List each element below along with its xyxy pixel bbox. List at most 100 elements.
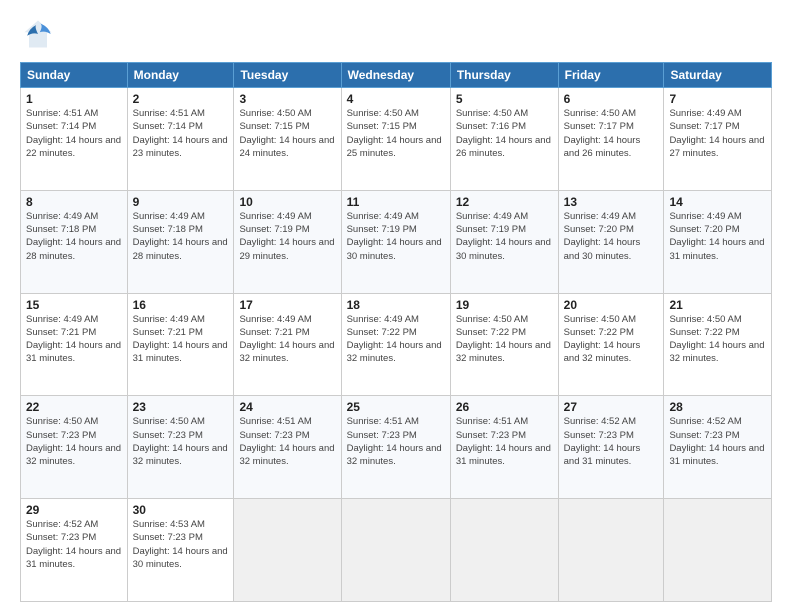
week-row-2: 8Sunrise: 4:49 AMSunset: 7:18 PMDaylight… — [21, 190, 772, 293]
day-number: 10 — [239, 195, 335, 209]
calendar-cell: 22Sunrise: 4:50 AMSunset: 7:23 PMDayligh… — [21, 396, 128, 499]
calendar-cell: 10Sunrise: 4:49 AMSunset: 7:19 PMDayligh… — [234, 190, 341, 293]
calendar-cell: 29Sunrise: 4:52 AMSunset: 7:23 PMDayligh… — [21, 499, 128, 602]
day-number: 26 — [456, 400, 553, 414]
calendar-cell: 3Sunrise: 4:50 AMSunset: 7:15 PMDaylight… — [234, 88, 341, 191]
day-number: 3 — [239, 92, 335, 106]
logo-icon — [20, 16, 56, 52]
calendar-cell: 19Sunrise: 4:50 AMSunset: 7:22 PMDayligh… — [450, 293, 558, 396]
calendar-cell: 16Sunrise: 4:49 AMSunset: 7:21 PMDayligh… — [127, 293, 234, 396]
calendar-cell: 4Sunrise: 4:50 AMSunset: 7:15 PMDaylight… — [341, 88, 450, 191]
day-info: Sunrise: 4:51 AMSunset: 7:23 PMDaylight:… — [347, 415, 445, 468]
day-number: 9 — [133, 195, 229, 209]
day-number: 14 — [669, 195, 766, 209]
day-number: 30 — [133, 503, 229, 517]
weekday-header-sunday: Sunday — [21, 63, 128, 88]
week-row-1: 1 Sunrise: 4:51 AMSunset: 7:14 PMDaylight… — [21, 88, 772, 191]
day-info: Sunrise: 4:51 AMSunset: 7:23 PMDaylight:… — [239, 415, 335, 468]
day-number: 20 — [564, 298, 659, 312]
weekday-header-saturday: Saturday — [664, 63, 772, 88]
day-info: Sunrise: 4:49 AMSunset: 7:21 PMDaylight:… — [133, 313, 229, 366]
calendar-cell: 6Sunrise: 4:50 AMSunset: 7:17 PMDaylight… — [558, 88, 664, 191]
day-info: Sunrise: 4:49 AMSunset: 7:19 PMDaylight:… — [347, 210, 445, 263]
day-info: Sunrise: 4:53 AMSunset: 7:23 PMDaylight:… — [133, 518, 229, 571]
day-info: Sunrise: 4:49 AMSunset: 7:18 PMDaylight:… — [26, 210, 122, 263]
calendar-cell: 23Sunrise: 4:50 AMSunset: 7:23 PMDayligh… — [127, 396, 234, 499]
day-number: 2 — [133, 92, 229, 106]
calendar-cell — [558, 499, 664, 602]
day-info: Sunrise: 4:52 AMSunset: 7:23 PMDaylight:… — [669, 415, 766, 468]
calendar-cell: 12Sunrise: 4:49 AMSunset: 7:19 PMDayligh… — [450, 190, 558, 293]
day-info: Sunrise: 4:51 AMSunset: 7:14 PMDaylight:… — [133, 107, 229, 160]
page: SundayMondayTuesdayWednesdayThursdayFrid… — [0, 0, 792, 612]
day-info: Sunrise: 4:50 AMSunset: 7:15 PMDaylight:… — [239, 107, 335, 160]
calendar-cell — [450, 499, 558, 602]
calendar-cell: 14Sunrise: 4:49 AMSunset: 7:20 PMDayligh… — [664, 190, 772, 293]
day-info: Sunrise: 4:50 AMSunset: 7:23 PMDaylight:… — [26, 415, 122, 468]
day-number: 25 — [347, 400, 445, 414]
calendar-cell: 5Sunrise: 4:50 AMSunset: 7:16 PMDaylight… — [450, 88, 558, 191]
day-number: 18 — [347, 298, 445, 312]
calendar-cell: 7Sunrise: 4:49 AMSunset: 7:17 PMDaylight… — [664, 88, 772, 191]
calendar-cell: 25Sunrise: 4:51 AMSunset: 7:23 PMDayligh… — [341, 396, 450, 499]
day-info: Sunrise: 4:49 AMSunset: 7:19 PMDaylight:… — [456, 210, 553, 263]
day-info: Sunrise: 4:50 AMSunset: 7:16 PMDaylight:… — [456, 107, 553, 160]
day-info: Sunrise: 4:50 AMSunset: 7:22 PMDaylight:… — [456, 313, 553, 366]
day-info: Sunrise: 4:50 AMSunset: 7:22 PMDaylight:… — [669, 313, 766, 366]
calendar-cell: 20Sunrise: 4:50 AMSunset: 7:22 PMDayligh… — [558, 293, 664, 396]
calendar-cell: 11Sunrise: 4:49 AMSunset: 7:19 PMDayligh… — [341, 190, 450, 293]
calendar-cell: 17Sunrise: 4:49 AMSunset: 7:21 PMDayligh… — [234, 293, 341, 396]
calendar-cell: 9Sunrise: 4:49 AMSunset: 7:18 PMDaylight… — [127, 190, 234, 293]
day-number: 12 — [456, 195, 553, 209]
calendar-cell: 13Sunrise: 4:49 AMSunset: 7:20 PMDayligh… — [558, 190, 664, 293]
day-number: 23 — [133, 400, 229, 414]
calendar-cell — [234, 499, 341, 602]
calendar-cell: 21Sunrise: 4:50 AMSunset: 7:22 PMDayligh… — [664, 293, 772, 396]
calendar-cell: 2Sunrise: 4:51 AMSunset: 7:14 PMDaylight… — [127, 88, 234, 191]
day-number: 28 — [669, 400, 766, 414]
weekday-header-monday: Monday — [127, 63, 234, 88]
calendar-cell: 8Sunrise: 4:49 AMSunset: 7:18 PMDaylight… — [21, 190, 128, 293]
calendar-cell — [341, 499, 450, 602]
day-info: Sunrise: 4:49 AMSunset: 7:21 PMDaylight:… — [26, 313, 122, 366]
day-info: Sunrise: 4:49 AMSunset: 7:19 PMDaylight:… — [239, 210, 335, 263]
day-info: Sunrise: 4:52 AMSunset: 7:23 PMDaylight:… — [564, 415, 659, 468]
day-info: Sunrise: 4:51 AMSunset: 7:23 PMDaylight:… — [456, 415, 553, 468]
day-number: 21 — [669, 298, 766, 312]
calendar-cell: 15Sunrise: 4:49 AMSunset: 7:21 PMDayligh… — [21, 293, 128, 396]
day-number: 5 — [456, 92, 553, 106]
week-row-4: 22Sunrise: 4:50 AMSunset: 7:23 PMDayligh… — [21, 396, 772, 499]
logo — [20, 16, 60, 52]
calendar-cell: 28Sunrise: 4:52 AMSunset: 7:23 PMDayligh… — [664, 396, 772, 499]
day-info: Sunrise: 4:49 AMSunset: 7:20 PMDaylight:… — [669, 210, 766, 263]
calendar-cell: 1Sunrise: 4:51 AMSunset: 7:14 PMDaylight… — [21, 88, 128, 191]
day-number: 29 — [26, 503, 122, 517]
day-number: 1 — [26, 92, 122, 106]
calendar-cell: 18Sunrise: 4:49 AMSunset: 7:22 PMDayligh… — [341, 293, 450, 396]
calendar-cell: 27Sunrise: 4:52 AMSunset: 7:23 PMDayligh… — [558, 396, 664, 499]
day-number: 17 — [239, 298, 335, 312]
day-number: 8 — [26, 195, 122, 209]
weekday-header-friday: Friday — [558, 63, 664, 88]
day-info: Sunrise: 4:49 AMSunset: 7:17 PMDaylight:… — [669, 107, 766, 160]
day-number: 4 — [347, 92, 445, 106]
day-info: Sunrise: 4:50 AMSunset: 7:23 PMDaylight:… — [133, 415, 229, 468]
calendar-cell: 30Sunrise: 4:53 AMSunset: 7:23 PMDayligh… — [127, 499, 234, 602]
day-number: 27 — [564, 400, 659, 414]
weekday-header-wednesday: Wednesday — [341, 63, 450, 88]
week-row-5: 29Sunrise: 4:52 AMSunset: 7:23 PMDayligh… — [21, 499, 772, 602]
week-row-3: 15Sunrise: 4:49 AMSunset: 7:21 PMDayligh… — [21, 293, 772, 396]
day-number: 6 — [564, 92, 659, 106]
day-info: Sunrise: 4:49 AMSunset: 7:20 PMDaylight:… — [564, 210, 659, 263]
day-number: 11 — [347, 195, 445, 209]
calendar-cell: 26Sunrise: 4:51 AMSunset: 7:23 PMDayligh… — [450, 396, 558, 499]
day-info: Sunrise: 4:49 AMSunset: 7:21 PMDaylight:… — [239, 313, 335, 366]
weekday-header-tuesday: Tuesday — [234, 63, 341, 88]
day-info: Sunrise: 4:50 AMSunset: 7:15 PMDaylight:… — [347, 107, 445, 160]
day-number: 15 — [26, 298, 122, 312]
day-number: 24 — [239, 400, 335, 414]
day-number: 19 — [456, 298, 553, 312]
calendar-cell: 24Sunrise: 4:51 AMSunset: 7:23 PMDayligh… — [234, 396, 341, 499]
day-number: 7 — [669, 92, 766, 106]
day-info: Sunrise: 4:50 AMSunset: 7:22 PMDaylight:… — [564, 313, 659, 366]
